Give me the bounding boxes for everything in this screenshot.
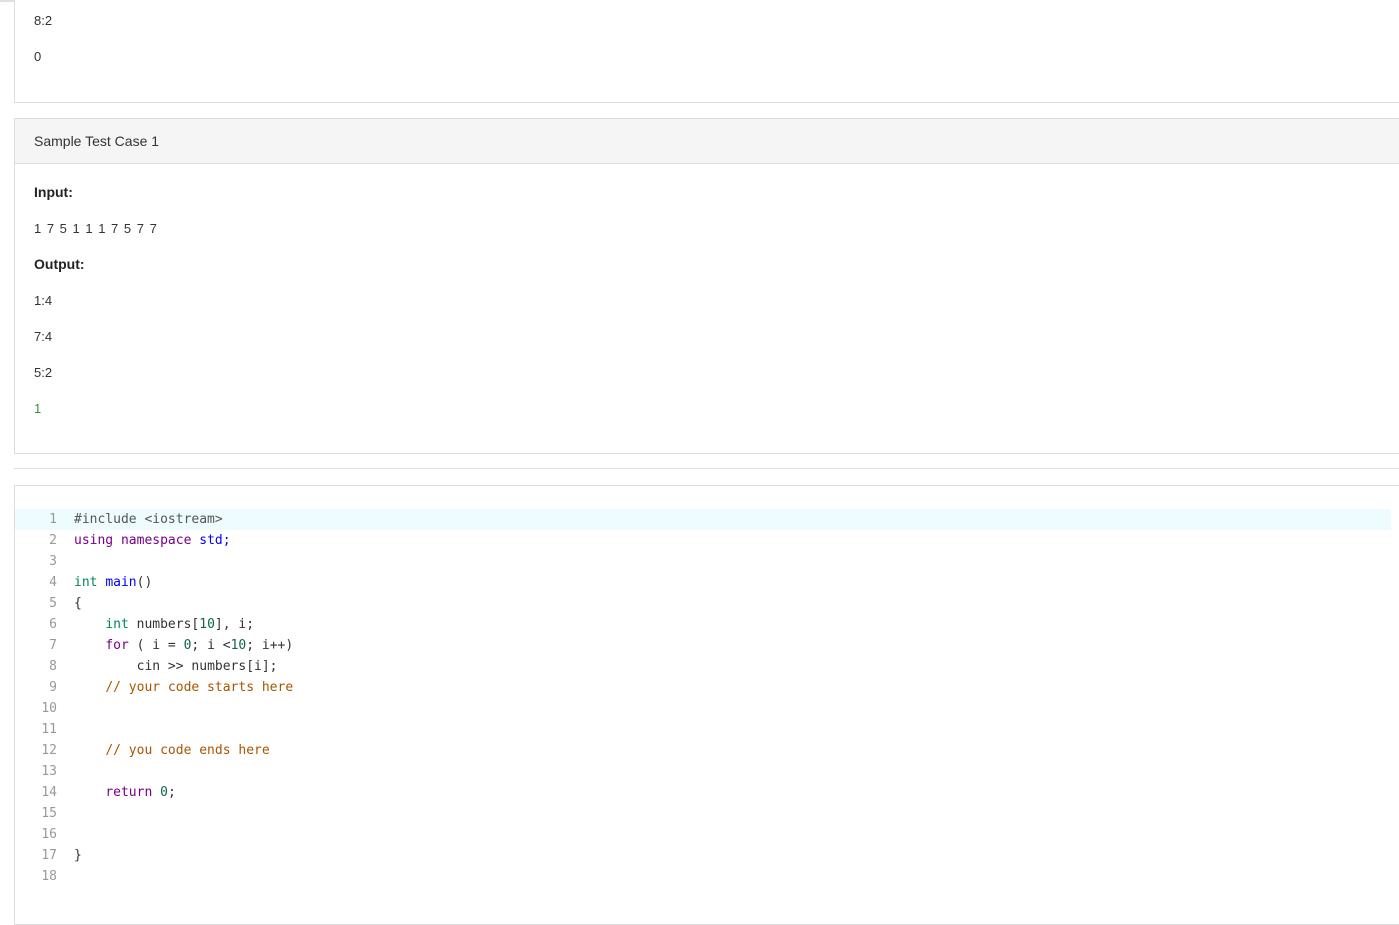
prev-output-line-2: 0	[34, 49, 42, 64]
line-number: 15	[41, 806, 57, 821]
previous-test-case-panel: 8:2 0	[14, 0, 1399, 103]
line-number: 4	[49, 575, 57, 590]
line-number: 3	[49, 554, 57, 569]
code-line-11[interactable]: 11	[15, 719, 1391, 740]
line-number: 10	[41, 701, 57, 716]
code-editor-panel[interactable]: 1 #include <iostream> 2 using namespace st…	[14, 485, 1399, 925]
line-number: 12	[41, 743, 57, 758]
input-label: Input:	[34, 184, 73, 200]
code-line-7[interactable]: 7 for ( i = 0; i <10; i++)	[15, 635, 1391, 656]
output-line-1: 1:4	[34, 293, 53, 308]
output-line-4: 1	[34, 401, 42, 416]
line-number: 9	[49, 680, 57, 695]
code-line-12[interactable]: 12 // you code ends here	[15, 740, 1391, 761]
code-line-17[interactable]: 17}	[15, 845, 1391, 866]
code-line-13[interactable]: 13	[15, 761, 1391, 782]
line-number: 1	[49, 512, 57, 527]
sample-test-case-title: Sample Test Case 1	[15, 119, 1399, 164]
output-label: Output:	[34, 256, 85, 272]
code-line-6[interactable]: 6 int numbers[10], i;	[15, 614, 1391, 635]
output-line-2: 7:4	[34, 329, 53, 344]
line-number: 14	[41, 785, 57, 800]
line-number: 2	[49, 533, 57, 548]
code-line-15[interactable]: 15	[15, 803, 1391, 824]
sample-test-case-panel: Sample Test Case 1 Input: 1 7 5 1 1 1 7 …	[14, 118, 1399, 454]
code-line-8[interactable]: 8 cin >> numbers[i];	[15, 656, 1391, 677]
line-number: 8	[49, 659, 57, 674]
code-line-5[interactable]: 5{	[15, 593, 1391, 614]
code-line-16[interactable]: 16	[15, 824, 1391, 845]
input-value: 1 7 5 1 1 1 7 5 7 7	[34, 221, 158, 236]
code-line-18[interactable]: 18	[15, 866, 1391, 887]
line-number: 16	[41, 827, 57, 842]
code-line-1[interactable]: 1 #include <iostream>	[15, 509, 1391, 530]
code-line-3[interactable]: 3	[15, 551, 1391, 572]
line-number: 7	[49, 638, 57, 653]
line-number: 5	[49, 596, 57, 611]
line-number: 13	[41, 764, 57, 779]
line-number: 18	[41, 869, 57, 884]
code-line-14[interactable]: 14 return 0;	[15, 782, 1391, 803]
code-line-9[interactable]: 9 // your code starts here	[15, 677, 1391, 698]
code-line-4[interactable]: 4 int main()	[15, 572, 1391, 593]
line-number: 17	[41, 848, 57, 863]
line-number: 11	[41, 722, 57, 737]
code-line-2[interactable]: 2 using namespace std;	[15, 530, 1391, 551]
line-number: 6	[49, 617, 57, 632]
output-line-3: 5:2	[34, 365, 53, 380]
prev-output-line-1: 8:2	[34, 13, 53, 28]
code-line-10[interactable]: 10	[15, 698, 1391, 719]
code-editor[interactable]: 1 #include <iostream> 2 using namespace st…	[15, 509, 1391, 887]
